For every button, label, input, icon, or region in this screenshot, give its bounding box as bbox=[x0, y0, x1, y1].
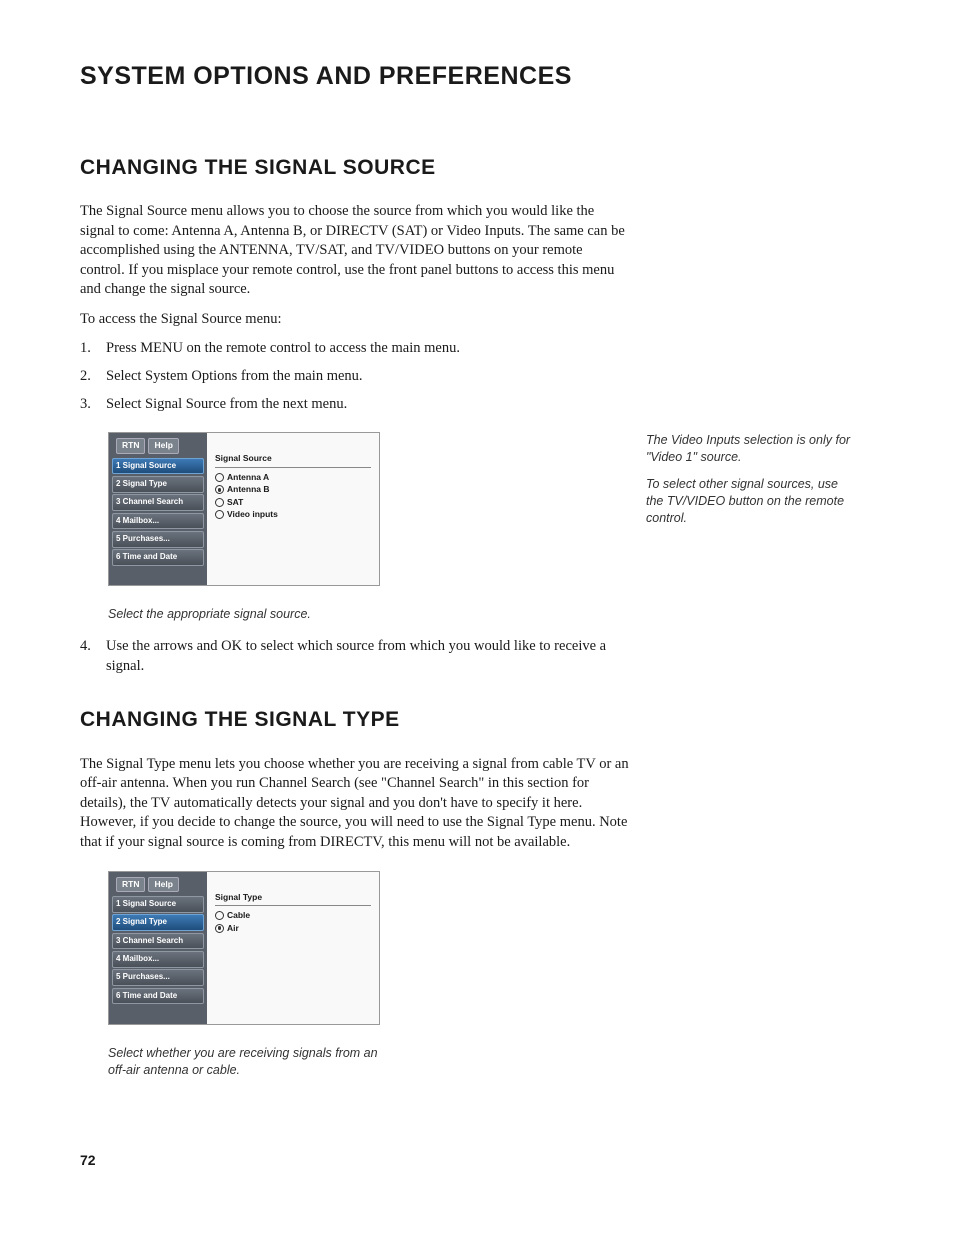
section-heading-signal-type: CHANGING THE SIGNAL TYPE bbox=[80, 706, 630, 734]
sidebar-item: 4 Mailbox... bbox=[112, 513, 204, 530]
radio-icon bbox=[215, 498, 224, 507]
figure-caption: Select whether you are receiving signals… bbox=[108, 1045, 388, 1079]
panel-title: Signal Type bbox=[215, 892, 371, 906]
section-heading-signal-source: CHANGING THE SIGNAL SOURCE bbox=[80, 154, 630, 182]
screenshot-signal-type: RTN Help 1 Signal Source 2 Signal Type 3… bbox=[108, 871, 380, 1025]
sidebar-item: 4 Mailbox... bbox=[112, 951, 204, 968]
rtn-tab: RTN bbox=[116, 438, 145, 453]
sidebar-item: 2 Signal Type bbox=[112, 476, 204, 493]
sidebar-item: 3 Channel Search bbox=[112, 494, 204, 511]
radio-option: SAT bbox=[215, 497, 371, 508]
radio-icon bbox=[215, 510, 224, 519]
sidebar-item: 2 Signal Type bbox=[112, 914, 204, 931]
list-item: 2.Select System Options from the main me… bbox=[80, 367, 630, 387]
radio-option: Air bbox=[215, 923, 371, 934]
list-item: 1.Press MENU on the remote control to ac… bbox=[80, 339, 630, 359]
rtn-tab: RTN bbox=[116, 877, 145, 892]
radio-icon bbox=[215, 485, 224, 494]
body-text: The Signal Type menu lets you choose whe… bbox=[80, 755, 630, 853]
sidebar-item: 5 Purchases... bbox=[112, 969, 204, 986]
radio-option: Antenna A bbox=[215, 472, 371, 483]
help-tab: Help bbox=[148, 438, 178, 453]
radio-icon bbox=[215, 473, 224, 482]
figure-caption: Select the appropriate signal source. bbox=[108, 606, 388, 623]
sidebar-item: 3 Channel Search bbox=[112, 933, 204, 950]
page-number: 72 bbox=[80, 1151, 884, 1170]
list-item: 3.Select Signal Source from the next men… bbox=[80, 395, 630, 415]
panel-title: Signal Source bbox=[215, 453, 371, 467]
radio-icon bbox=[215, 911, 224, 920]
radio-option: Cable bbox=[215, 910, 371, 921]
body-text: To access the Signal Source menu: bbox=[80, 310, 630, 330]
radio-option: Video inputs bbox=[215, 509, 371, 520]
sidebar-item: 1 Signal Source bbox=[112, 458, 204, 475]
radio-option: Antenna B bbox=[215, 484, 371, 495]
body-text: The Signal Source menu allows you to cho… bbox=[80, 202, 630, 300]
margin-note: The Video Inputs selection is only for "… bbox=[646, 432, 856, 536]
sidebar-item: 1 Signal Source bbox=[112, 896, 204, 913]
sidebar-item: 6 Time and Date bbox=[112, 549, 204, 566]
radio-icon bbox=[215, 924, 224, 933]
step-text: Select Signal Source from the next menu. bbox=[106, 395, 347, 415]
sidebar-item: 5 Purchases... bbox=[112, 531, 204, 548]
sidebar-item: 6 Time and Date bbox=[112, 988, 204, 1005]
step-text: Press MENU on the remote control to acce… bbox=[106, 339, 460, 359]
help-tab: Help bbox=[148, 877, 178, 892]
list-item: 4.Use the arrows and OK to select which … bbox=[80, 637, 630, 676]
page-title: SYSTEM OPTIONS AND PREFERENCES bbox=[80, 60, 884, 94]
screenshot-signal-source: RTN Help 1 Signal Source 2 Signal Type 3… bbox=[108, 432, 380, 586]
step-text: Select System Options from the main menu… bbox=[106, 367, 363, 387]
step-text: Use the arrows and OK to select which so… bbox=[106, 637, 630, 676]
